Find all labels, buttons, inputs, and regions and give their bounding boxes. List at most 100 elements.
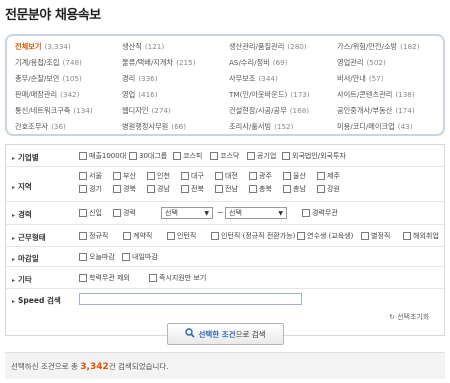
company-option[interactable]: 30대그룹 bbox=[129, 151, 167, 161]
category-item[interactable]: 생산직 (121) bbox=[122, 42, 164, 52]
checkbox-icon[interactable] bbox=[297, 232, 305, 240]
checkbox-icon[interactable] bbox=[210, 152, 218, 160]
category-item[interactable]: 영업 (416) bbox=[122, 90, 158, 100]
checkbox-icon[interactable] bbox=[79, 172, 87, 180]
region-option[interactable]: 경기 bbox=[79, 184, 102, 194]
region-option[interactable]: 전남 bbox=[215, 184, 238, 194]
etc-option[interactable]: 학력무관 제외 bbox=[79, 273, 130, 283]
checkbox-icon[interactable] bbox=[113, 209, 121, 217]
checkbox-icon[interactable] bbox=[79, 253, 87, 261]
category-item[interactable]: 통신/네트워크구축 (134) bbox=[15, 106, 93, 116]
checkbox-icon[interactable] bbox=[361, 232, 369, 240]
career-option-experienced[interactable]: 경력 bbox=[113, 208, 136, 218]
checkbox-icon[interactable] bbox=[147, 172, 155, 180]
checkbox-icon[interactable] bbox=[317, 172, 325, 180]
career-option-unrelated[interactable]: 경력무관 bbox=[302, 208, 338, 218]
checkbox-icon[interactable] bbox=[79, 152, 87, 160]
employment-option[interactable]: 인턴직 (정규직 전환가능) bbox=[211, 231, 295, 241]
checkbox-icon[interactable] bbox=[249, 172, 257, 180]
checkbox-icon[interactable] bbox=[215, 172, 223, 180]
category-item[interactable]: 생산관리/품질관리 (280) bbox=[229, 42, 307, 52]
employment-option[interactable]: 연수생 (교육생) bbox=[297, 231, 353, 241]
checkbox-icon[interactable] bbox=[79, 274, 87, 282]
company-option[interactable]: 코스닥 bbox=[210, 151, 239, 161]
deadline-option[interactable]: 내일마감 bbox=[122, 252, 158, 262]
company-option[interactable]: 공기업 bbox=[247, 151, 276, 161]
checkbox-icon[interactable] bbox=[403, 232, 411, 240]
checkbox-icon[interactable] bbox=[129, 152, 137, 160]
checkbox-icon[interactable] bbox=[215, 185, 223, 193]
employment-option[interactable]: 해외취업 bbox=[403, 231, 439, 241]
checkbox-icon[interactable] bbox=[283, 185, 291, 193]
checkbox-icon[interactable] bbox=[283, 172, 291, 180]
checkbox-icon[interactable] bbox=[147, 185, 155, 193]
category-item[interactable]: AS/수리/정비 (69) bbox=[229, 58, 288, 68]
region-option[interactable]: 경북 bbox=[113, 184, 136, 194]
region-option[interactable]: 대전 bbox=[215, 171, 238, 181]
checkbox-icon[interactable] bbox=[79, 232, 87, 240]
category-item[interactable]: 건설현장/시공/공무 (168) bbox=[229, 106, 309, 116]
category-item[interactable]: 사무보조 (344) bbox=[229, 74, 278, 84]
employment-option[interactable]: 인턴직 bbox=[167, 231, 196, 241]
checkbox-icon[interactable] bbox=[123, 232, 131, 240]
category-item[interactable]: 병원행정사무원 (66) bbox=[122, 122, 186, 132]
category-item[interactable]: 영업관리 (502) bbox=[337, 58, 386, 68]
speed-search-input[interactable] bbox=[79, 293, 302, 305]
checkbox-icon[interactable] bbox=[113, 185, 121, 193]
category-item[interactable]: 전체보기 (3,334) bbox=[15, 42, 71, 52]
checkbox-icon[interactable] bbox=[211, 232, 219, 240]
employment-option[interactable]: 별정직 bbox=[361, 231, 390, 241]
etc-option[interactable]: 즉시지원만 보기 bbox=[149, 273, 206, 283]
region-option[interactable]: 제주 bbox=[317, 171, 340, 181]
search-button[interactable]: 선택한 조건 으로 검색 bbox=[167, 323, 284, 345]
category-item[interactable]: 경리 (336) bbox=[122, 74, 158, 84]
reset-button[interactable]: ↻ 선택초기화 bbox=[389, 312, 429, 322]
checkbox-icon[interactable] bbox=[247, 152, 255, 160]
checkbox-icon[interactable] bbox=[79, 209, 87, 217]
checkbox-icon[interactable] bbox=[249, 185, 257, 193]
region-option[interactable]: 부산 bbox=[113, 171, 136, 181]
region-option[interactable]: 인천 bbox=[147, 171, 170, 181]
career-option-new[interactable]: 신입 bbox=[79, 208, 102, 218]
checkbox-icon[interactable] bbox=[167, 232, 175, 240]
category-item[interactable]: 물류/택배/지게차 (215) bbox=[122, 58, 195, 68]
checkbox-icon[interactable] bbox=[302, 209, 310, 217]
checkbox-icon[interactable] bbox=[79, 185, 87, 193]
checkbox-icon[interactable] bbox=[181, 185, 189, 193]
checkbox-icon[interactable] bbox=[173, 152, 181, 160]
employment-option[interactable]: 정규직 bbox=[79, 231, 108, 241]
company-option[interactable]: 코스피 bbox=[173, 151, 202, 161]
category-item[interactable]: 사이트/콘텐츠관리 (138) bbox=[337, 90, 415, 100]
category-item[interactable]: 기계/용접/조립 (748) bbox=[15, 58, 82, 68]
region-option[interactable]: 서울 bbox=[79, 171, 102, 181]
checkbox-icon[interactable] bbox=[149, 274, 157, 282]
employment-option[interactable]: 계약직 bbox=[123, 231, 152, 241]
checkbox-icon[interactable] bbox=[317, 185, 325, 193]
region-option[interactable]: 광주 bbox=[249, 171, 272, 181]
category-item[interactable]: TM(인/아웃바운드) (173) bbox=[229, 90, 310, 100]
region-option[interactable]: 충남 bbox=[283, 184, 306, 194]
region-option[interactable]: 강원 bbox=[317, 184, 340, 194]
category-item[interactable]: 총무/순찰/보안 (105) bbox=[15, 74, 82, 84]
category-item[interactable]: 조리사/홀서빙 (152) bbox=[229, 122, 293, 132]
career-to-select[interactable]: 선택 ▼ bbox=[225, 207, 287, 219]
region-option[interactable]: 대구 bbox=[181, 171, 204, 181]
checkbox-icon[interactable] bbox=[181, 172, 189, 180]
category-item[interactable]: 비서/안내 (57) bbox=[337, 74, 384, 84]
company-option[interactable]: 외국법인/외국투자 bbox=[282, 151, 346, 161]
region-option[interactable]: 충북 bbox=[249, 184, 272, 194]
category-item[interactable]: 미용/코디/메이크업 (43) bbox=[337, 122, 413, 132]
category-item[interactable]: 공인중개사/부동산 (174) bbox=[337, 106, 415, 116]
career-from-select[interactable]: 선택 ▼ bbox=[161, 207, 213, 219]
checkbox-icon[interactable] bbox=[122, 253, 130, 261]
region-option[interactable]: 전북 bbox=[181, 184, 204, 194]
checkbox-icon[interactable] bbox=[113, 172, 121, 180]
category-item[interactable]: 간호조무사 (36) bbox=[15, 122, 66, 132]
category-item[interactable]: 가스/위험/안전/소방 (182) bbox=[337, 42, 420, 52]
deadline-option[interactable]: 오늘마감 bbox=[79, 252, 115, 262]
company-option[interactable]: 매출1000대 bbox=[79, 151, 126, 161]
category-item[interactable]: 웹디자인 (274) bbox=[122, 106, 171, 116]
region-option[interactable]: 울산 bbox=[283, 171, 306, 181]
region-option[interactable]: 경남 bbox=[147, 184, 170, 194]
checkbox-icon[interactable] bbox=[282, 152, 290, 160]
